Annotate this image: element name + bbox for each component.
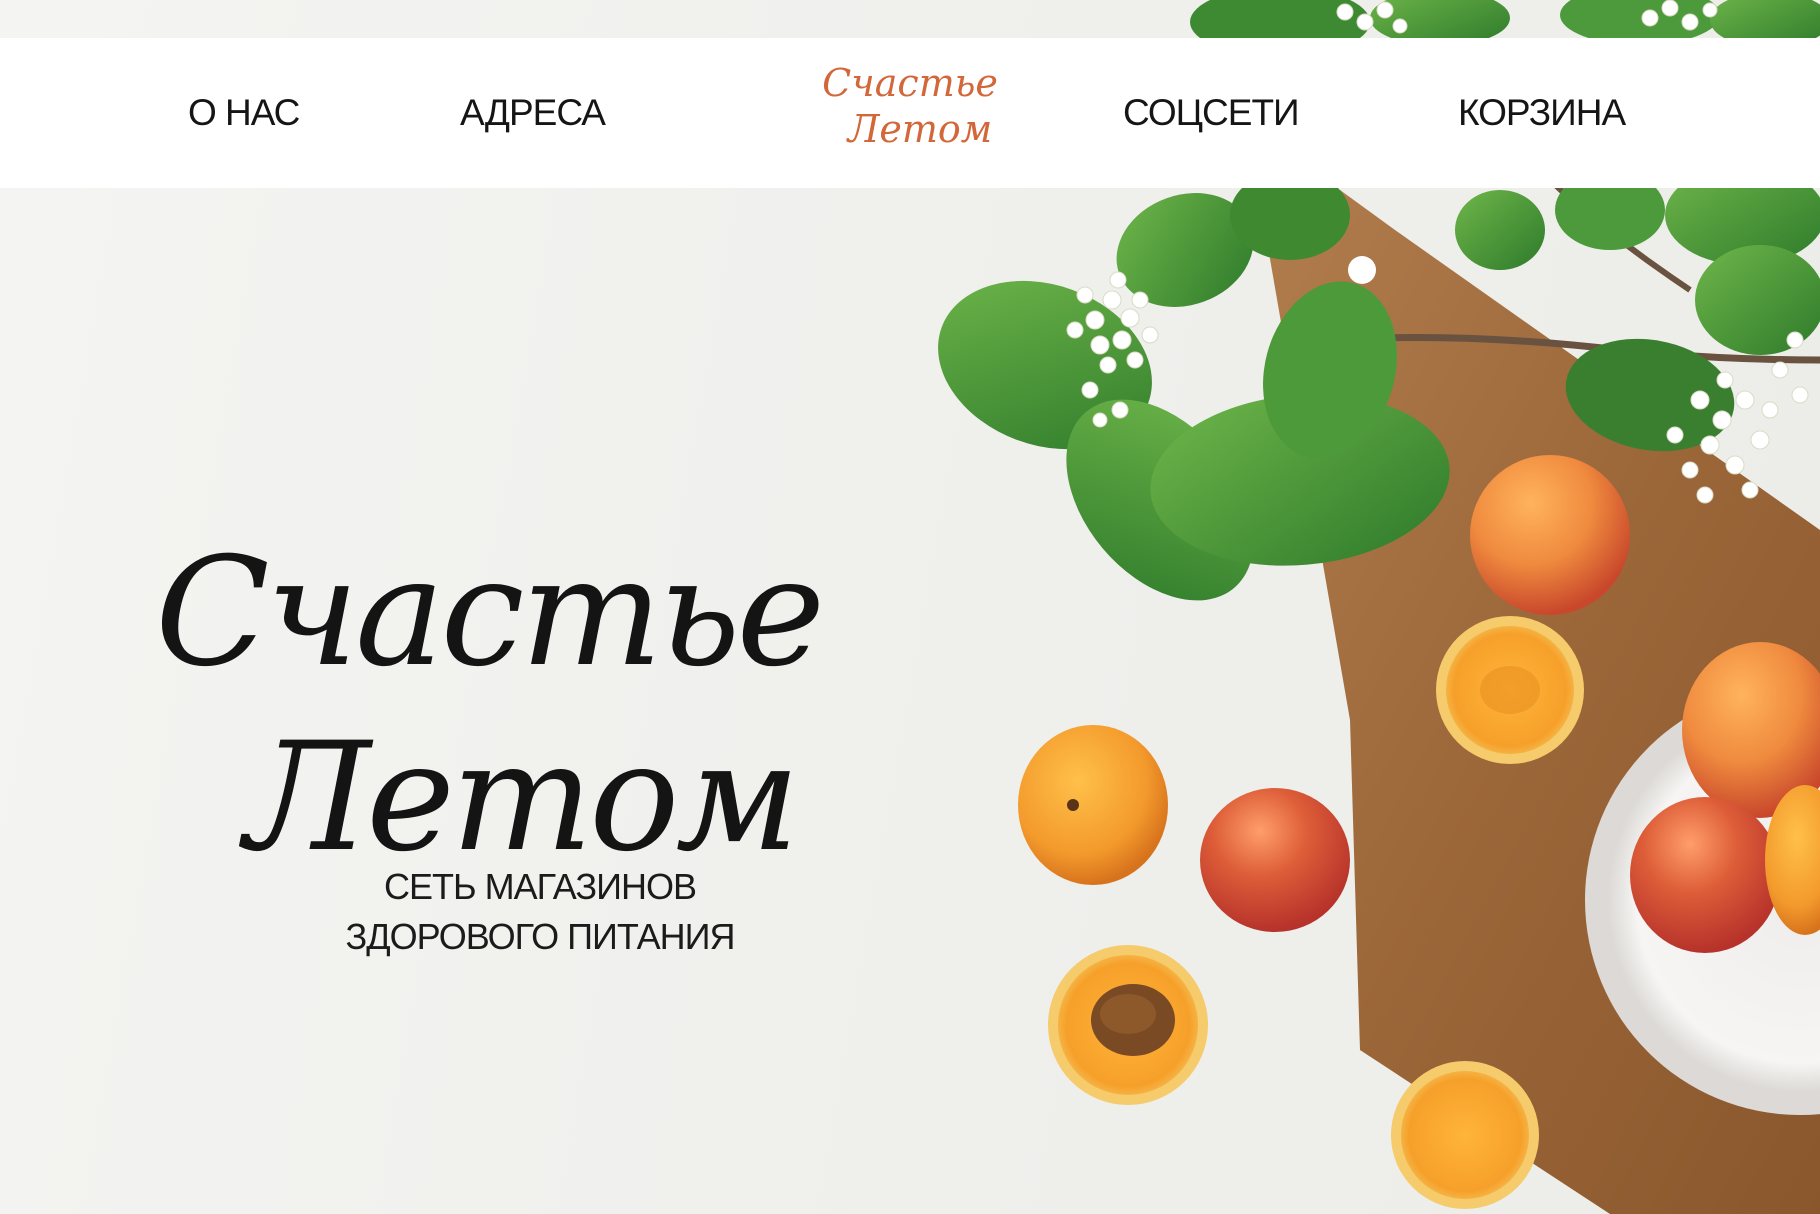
nav-link-addresses[interactable]: АДРЕСА [460,38,606,188]
hero-subtitle-line1: СЕТЬ МАГАЗИНОВ [384,866,697,907]
top-navbar: О НАС АДРЕСА Счастье Летом СОЦСЕТИ КОРЗИ… [0,38,1820,188]
nav-link-about[interactable]: О НАС [188,38,300,188]
brand-logo-line1: Счастье [822,61,998,105]
hero-subtitle-line2: ЗДОРОВОГО ПИТАНИЯ [345,916,735,957]
brand-logo[interactable]: Счастье Летом [800,60,1020,170]
hero-title: Счастье Летом [155,521,915,891]
brand-logo-line2: Летом [847,107,993,151]
hero-subtitle: СЕТЬ МАГАЗИНОВ ЗДОРОВОГО ПИТАНИЯ [290,862,790,962]
nav-link-cart[interactable]: КОРЗИНА [1458,38,1626,188]
hero-title-line1: Счастье [155,525,825,700]
nav-link-social[interactable]: СОЦСЕТИ [1123,38,1300,188]
